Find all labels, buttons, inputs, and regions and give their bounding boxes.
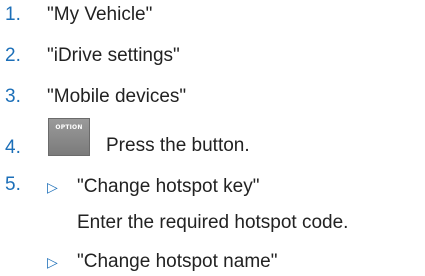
step-text: "iDrive settings" — [47, 45, 180, 66]
step-text: "Mobile devices" — [47, 86, 187, 107]
option-button-label: OPTION — [55, 124, 83, 131]
step-number: 3. — [5, 86, 21, 107]
sub-item-bullet-icon: ▷ — [47, 179, 58, 195]
step-number: 5. — [5, 174, 21, 195]
sub-item-text: "Change hotspot name" — [77, 251, 278, 272]
sub-item-bullet-icon: ▷ — [47, 254, 58, 270]
step-text: Press the button. — [106, 135, 250, 156]
sub-item-text: "Change hotspot key" — [77, 176, 260, 197]
step-number: 4. — [5, 137, 21, 158]
step-number: 2. — [5, 45, 21, 66]
step-text: "My Vehicle" — [47, 4, 153, 25]
sub-item-note: Enter the required hotspot code. — [77, 212, 349, 233]
option-button-icon: OPTION — [48, 118, 90, 156]
step-number: 1. — [5, 4, 21, 25]
